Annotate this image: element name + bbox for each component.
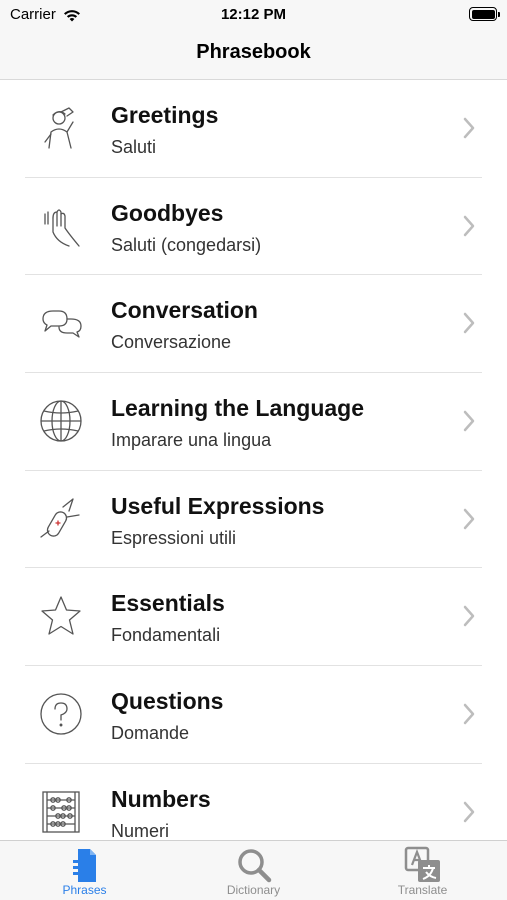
chevron-right-icon bbox=[463, 215, 475, 236]
row-subtitle: Saluti (congedarsi) bbox=[111, 234, 262, 255]
status-bar: Carrier 12:12 PM bbox=[0, 0, 507, 30]
row-subtitle: Conversazione bbox=[111, 332, 232, 353]
row-subtitle: Saluti bbox=[111, 137, 157, 157]
row-title: Conversation bbox=[111, 297, 258, 324]
list-item-goodbyes[interactable]: Goodbyes Saluti (congedarsi) bbox=[25, 178, 482, 276]
tab-dictionary[interactable]: Dictionary bbox=[169, 841, 338, 900]
status-time: 12:12 PM bbox=[220, 6, 287, 23]
chevron-right-icon bbox=[463, 117, 475, 139]
phrasebook-icon bbox=[72, 849, 96, 882]
tab-label: Phrases bbox=[62, 883, 107, 897]
globe-icon bbox=[39, 399, 83, 443]
list-item-greetings[interactable]: Greetings Saluti bbox=[25, 80, 482, 178]
translate-icon bbox=[404, 846, 440, 882]
tab-translate[interactable]: Translate bbox=[338, 841, 507, 900]
swiss-knife-icon bbox=[39, 497, 83, 541]
chevron-right-icon bbox=[463, 508, 475, 529]
phrase-category-list[interactable]: Greetings Saluti Goodbyes Saluti (conged… bbox=[0, 80, 507, 840]
list-item-learning-the-language[interactable]: Learning the Language Imparare una lingu… bbox=[25, 373, 482, 471]
list-item-questions[interactable]: Questions Domande bbox=[25, 666, 482, 764]
row-subtitle: Espressioni utili bbox=[111, 527, 237, 548]
row-title: Useful Expressions bbox=[111, 492, 325, 519]
search-icon bbox=[237, 849, 271, 883]
hand-wave-icon bbox=[39, 204, 83, 248]
row-title: Questions bbox=[111, 688, 224, 715]
row-title: Greetings bbox=[111, 102, 219, 128]
row-subtitle: Numeri bbox=[111, 820, 170, 840]
chevron-right-icon bbox=[463, 801, 475, 823]
row-title: Learning the Language bbox=[111, 395, 365, 422]
row-subtitle: Imparare una lingua bbox=[111, 430, 272, 451]
question-circle-icon bbox=[39, 692, 83, 736]
tab-phrases[interactable]: Phrases bbox=[0, 841, 169, 900]
navigation-bar: Phrasebook bbox=[0, 30, 507, 80]
row-title: Goodbyes bbox=[111, 199, 224, 226]
chevron-right-icon bbox=[463, 703, 475, 725]
battery-icon bbox=[469, 7, 500, 21]
page-title: Phrasebook bbox=[196, 41, 311, 63]
tab-bar: Phrases Dictionary Translate bbox=[0, 840, 507, 900]
chevron-right-icon bbox=[463, 410, 475, 432]
chevron-right-icon bbox=[463, 606, 475, 627]
row-title: Essentials bbox=[111, 590, 225, 617]
abacus-icon bbox=[39, 790, 83, 834]
list-item-useful-expressions[interactable]: Useful Expressions Espressioni utili bbox=[25, 471, 482, 569]
row-subtitle: Fondamentali bbox=[111, 625, 221, 646]
list-item-essentials[interactable]: Essentials Fondamentali bbox=[25, 568, 482, 667]
list-item-numbers[interactable]: Numbers Numeri bbox=[25, 764, 482, 840]
tab-label: Translate bbox=[397, 883, 448, 897]
speech-bubbles-icon bbox=[39, 301, 83, 345]
list-item-conversation[interactable]: Conversation Conversazione bbox=[25, 275, 482, 374]
tab-label: Dictionary bbox=[226, 883, 281, 897]
row-title: Numbers bbox=[111, 785, 211, 812]
star-icon bbox=[39, 594, 83, 638]
chevron-right-icon bbox=[463, 313, 475, 334]
person-waving-icon bbox=[39, 106, 83, 150]
row-subtitle: Domande bbox=[111, 723, 190, 744]
